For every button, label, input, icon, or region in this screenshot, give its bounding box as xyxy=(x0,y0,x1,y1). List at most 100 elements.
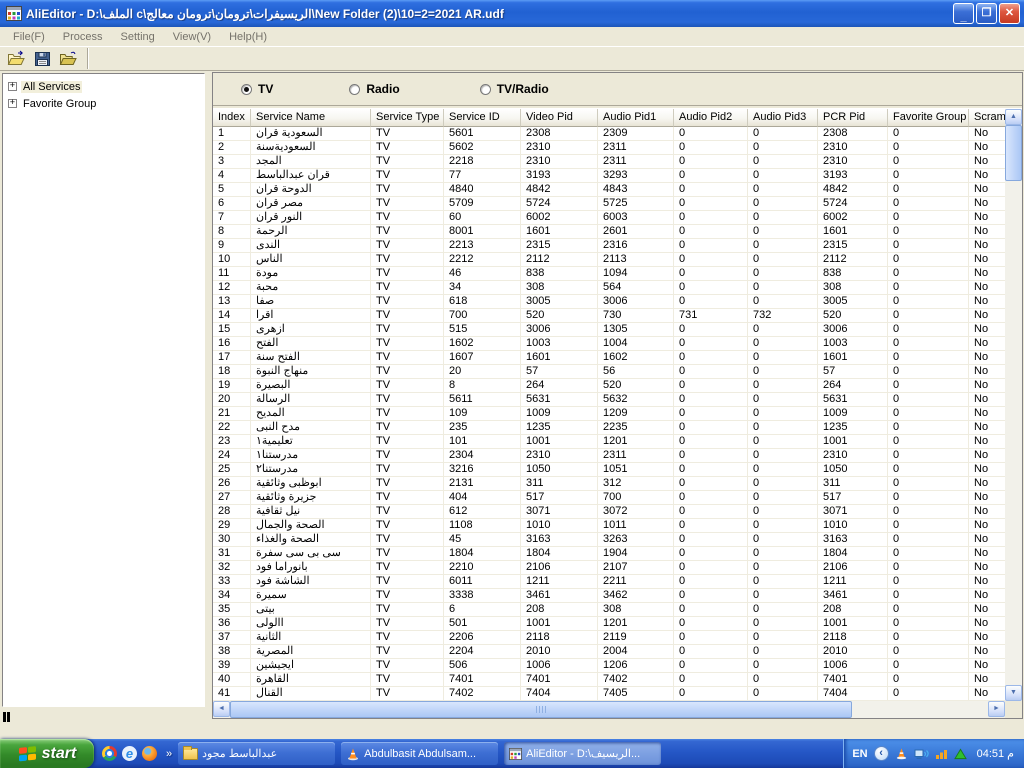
table-cell[interactable]: TV xyxy=(371,645,444,659)
table-cell[interactable]: 35 xyxy=(213,603,251,617)
table-cell[interactable]: 0 xyxy=(748,253,818,267)
table-cell[interactable]: No xyxy=(969,323,1005,337)
table-cell[interactable]: TV xyxy=(371,435,444,449)
radio-radio[interactable]: Radio xyxy=(349,82,399,96)
table-cell[interactable]: 0 xyxy=(748,491,818,505)
column-header[interactable]: Service Type xyxy=(371,109,444,127)
table-cell[interactable]: 31 xyxy=(213,547,251,561)
table-cell[interactable]: 0 xyxy=(674,421,748,435)
internet-explorer-icon[interactable]: e xyxy=(122,746,137,761)
table-row[interactable]: 31سى بى سى سفرةTV1804180419040018040No xyxy=(213,547,1005,561)
table-cell[interactable]: 0 xyxy=(674,155,748,169)
table-cell[interactable]: 0 xyxy=(748,197,818,211)
vertical-scroll-thumb[interactable] xyxy=(1005,125,1022,181)
scroll-right-icon[interactable]: ► xyxy=(988,701,1005,717)
table-cell[interactable]: TV xyxy=(371,659,444,673)
table-cell[interactable]: جزيرة وثائقية xyxy=(251,491,371,505)
table-cell[interactable]: المصرية xyxy=(251,645,371,659)
table-cell[interactable]: No xyxy=(969,673,1005,687)
table-cell[interactable]: 2113 xyxy=(598,253,674,267)
table-cell[interactable]: TV xyxy=(371,533,444,547)
table-cell[interactable]: TV xyxy=(371,505,444,519)
table-cell[interactable]: TV xyxy=(371,225,444,239)
table-cell[interactable]: No xyxy=(969,617,1005,631)
table-cell[interactable]: No xyxy=(969,533,1005,547)
table-cell[interactable]: 1006 xyxy=(521,659,598,673)
table-cell[interactable]: 1235 xyxy=(818,421,888,435)
table-cell[interactable]: 2316 xyxy=(598,239,674,253)
table-cell[interactable]: 0 xyxy=(888,351,969,365)
table-cell[interactable]: 6002 xyxy=(521,211,598,225)
table-cell[interactable]: 1094 xyxy=(598,267,674,281)
table-cell[interactable]: 45 xyxy=(444,533,521,547)
table-row[interactable]: 39ايجيشينTV506100612060010060No xyxy=(213,659,1005,673)
table-cell[interactable]: مصر قران xyxy=(251,197,371,211)
table-row[interactable]: 24مدرستنا١TV2304231023110023100No xyxy=(213,449,1005,463)
table-cell[interactable]: 520 xyxy=(818,309,888,323)
save-button[interactable] xyxy=(31,48,53,69)
table-cell[interactable]: 0 xyxy=(674,197,748,211)
table-cell[interactable]: 1003 xyxy=(521,337,598,351)
table-cell[interactable]: 15 xyxy=(213,323,251,337)
table-cell[interactable]: 37 xyxy=(213,631,251,645)
table-cell[interactable]: السعوديةسنة xyxy=(251,141,371,155)
table-cell[interactable]: 2 xyxy=(213,141,251,155)
table-cell[interactable]: TV xyxy=(371,491,444,505)
table-cell[interactable]: 0 xyxy=(748,589,818,603)
table-cell[interactable]: TV xyxy=(371,351,444,365)
table-cell[interactable]: 3163 xyxy=(521,533,598,547)
menu-view[interactable]: View(V) xyxy=(164,29,220,45)
table-row[interactable]: 22مدح النبىTV235123522350012350No xyxy=(213,421,1005,435)
table-cell[interactable]: 6 xyxy=(213,197,251,211)
table-cell[interactable]: 2212 xyxy=(444,253,521,267)
table-cell[interactable]: 27 xyxy=(213,491,251,505)
table-cell[interactable]: 20 xyxy=(213,393,251,407)
table-cell[interactable]: 2308 xyxy=(818,127,888,141)
table-cell[interactable]: قران عبدالباسط xyxy=(251,169,371,183)
sidebar-item-favorite-group[interactable]: + Favorite Group xyxy=(5,95,202,112)
table-cell[interactable]: النور قران xyxy=(251,211,371,225)
table-cell[interactable]: 0 xyxy=(674,225,748,239)
table-cell[interactable]: 0 xyxy=(888,365,969,379)
sidebar-item-all-services[interactable]: + All Services xyxy=(5,78,202,95)
table-cell[interactable]: القاهرة xyxy=(251,673,371,687)
table-cell[interactable]: 0 xyxy=(888,673,969,687)
table-cell[interactable]: 0 xyxy=(748,155,818,169)
table-cell[interactable]: 0 xyxy=(888,519,969,533)
table-cell[interactable]: 0 xyxy=(888,169,969,183)
table-cell[interactable]: 501 xyxy=(444,617,521,631)
table-cell[interactable]: الندى xyxy=(251,239,371,253)
table-cell[interactable]: 0 xyxy=(888,561,969,575)
table-row[interactable]: 26ابوظبى وثائقيةTV2131311312003110No xyxy=(213,477,1005,491)
column-header[interactable]: Service ID xyxy=(444,109,521,127)
table-cell[interactable]: 17 xyxy=(213,351,251,365)
table-row[interactable]: 33الشاشة فودTV6011121122110012110No xyxy=(213,575,1005,589)
table-cell[interactable]: 2218 xyxy=(444,155,521,169)
table-cell[interactable]: 5724 xyxy=(818,197,888,211)
table-cell[interactable]: 1201 xyxy=(598,435,674,449)
table-cell[interactable]: No xyxy=(969,141,1005,155)
table-cell[interactable]: 2210 xyxy=(444,561,521,575)
table-cell[interactable]: 1001 xyxy=(521,617,598,631)
table-cell[interactable]: تعليمية١ xyxy=(251,435,371,449)
table-cell[interactable]: TV xyxy=(371,155,444,169)
table-cell[interactable]: 1051 xyxy=(598,463,674,477)
table-cell[interactable]: 1305 xyxy=(598,323,674,337)
table-cell[interactable]: 3006 xyxy=(598,295,674,309)
table-cell[interactable]: No xyxy=(969,687,1005,701)
table-cell[interactable]: الرسالة xyxy=(251,393,371,407)
column-header[interactable]: PCR Pid xyxy=(818,109,888,127)
table-cell[interactable]: 0 xyxy=(748,547,818,561)
minimize-button[interactable]: _ xyxy=(953,3,974,24)
table-cell[interactable]: 2310 xyxy=(521,155,598,169)
table-cell[interactable]: 0 xyxy=(888,323,969,337)
table-cell[interactable]: 618 xyxy=(444,295,521,309)
table-cell[interactable]: 2010 xyxy=(521,645,598,659)
table-cell[interactable]: TV xyxy=(371,267,444,281)
table-cell[interactable]: 3005 xyxy=(818,295,888,309)
table-cell[interactable]: مدرستنا٢ xyxy=(251,463,371,477)
table-cell[interactable]: 0 xyxy=(888,211,969,225)
table-cell[interactable]: 1211 xyxy=(521,575,598,589)
table-cell[interactable]: 2118 xyxy=(818,631,888,645)
table-cell[interactable]: الفتح سنة xyxy=(251,351,371,365)
